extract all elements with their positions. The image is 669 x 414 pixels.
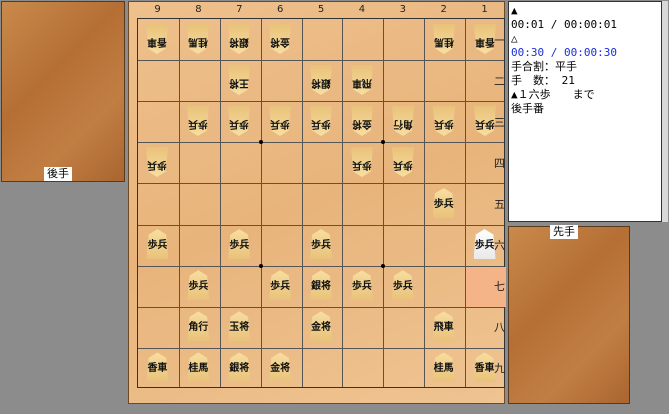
rank-number: 九	[494, 362, 505, 376]
file-number: 8	[195, 4, 202, 15]
grid-line	[138, 60, 504, 62]
grid-line	[301, 19, 303, 387]
grid-line	[424, 19, 426, 387]
grid-line	[465, 19, 467, 387]
gote-piece[interactable]: 飛車	[351, 65, 373, 95]
rank-number: 一	[494, 33, 505, 47]
sente-piece-stand[interactable]	[508, 226, 630, 404]
gote-piece[interactable]: 銀将	[228, 24, 250, 54]
file-number: 9	[154, 4, 161, 15]
sente-label: 先手	[550, 225, 578, 239]
grid-line	[138, 265, 504, 267]
info-scrollbar[interactable]	[662, 1, 668, 222]
grid-line	[138, 347, 504, 349]
file-number: 7	[236, 4, 243, 15]
grid-line	[383, 19, 385, 387]
file-number: 5	[317, 4, 325, 15]
rank-number: 二	[494, 74, 505, 88]
grid-line	[342, 19, 344, 387]
gote-time: 00:30 / 00:00:30	[511, 46, 617, 59]
rank-number: 七	[494, 280, 505, 294]
star-point	[381, 263, 386, 268]
rank-number: 六	[494, 239, 505, 253]
gote-piece[interactable]: 桂馬	[187, 24, 209, 54]
grid-line	[219, 19, 221, 387]
rank-number: 四	[494, 156, 505, 170]
gote-piece[interactable]: 銀将	[310, 65, 332, 95]
file-number: 4	[358, 4, 366, 15]
turn-indicator: 後手番	[511, 102, 544, 115]
move-count: 手 数： 21	[511, 74, 575, 87]
grid-line	[138, 183, 504, 185]
star-point	[381, 140, 386, 145]
sente-mark: ▲	[511, 4, 518, 17]
gote-piece-stand[interactable]	[1, 1, 125, 182]
last-move: ▲１六歩 まで	[511, 88, 595, 101]
star-point	[258, 140, 263, 145]
grid-line	[138, 101, 504, 103]
file-number: 1	[481, 4, 488, 15]
gote-piece[interactable]: 歩兵	[310, 106, 332, 136]
gote-piece[interactable]: 金将	[269, 24, 291, 54]
handicap: 手合割：平手	[511, 60, 577, 73]
file-number: 6	[276, 4, 284, 15]
grid-line	[138, 224, 504, 226]
gote-piece[interactable]: 桂馬	[433, 24, 455, 54]
sente-time: 00:01 / 00:00:01	[511, 18, 617, 31]
gote-label: 後手	[44, 167, 72, 181]
grid-line	[260, 19, 262, 387]
grid-line	[138, 142, 504, 144]
shogi-board[interactable]: 987654321 一二三四五六七八九香車 桂馬 銀将 金将 桂馬 香車 王将 銀将 飛車 歩兵歩…	[128, 1, 506, 404]
file-number: 2	[440, 4, 447, 15]
star-point	[258, 263, 263, 268]
file-number: 3	[399, 4, 407, 15]
game-info-panel: ▲ 00:01 / 00:00:01 △ 00:30 / 00:00:30 手合…	[508, 1, 662, 222]
gote-mark: △	[511, 32, 518, 45]
grid-line	[178, 19, 180, 387]
grid-line	[138, 306, 504, 308]
rank-number: 五	[494, 198, 505, 211]
rank-number: 三	[494, 115, 505, 129]
rank-number: 八	[494, 321, 505, 335]
